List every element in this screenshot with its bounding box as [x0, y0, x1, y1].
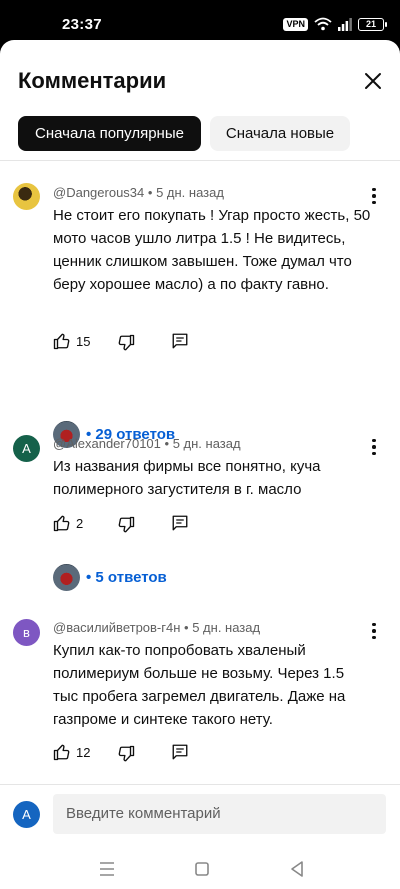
comments-sheet: Комментарии Сначала популярные Сначала н…: [0, 40, 400, 889]
replies-count: • 5 ответов: [86, 568, 167, 586]
reply-icon[interactable]: [171, 332, 189, 350]
battery-icon: 21: [358, 17, 387, 31]
divider: [0, 160, 400, 161]
comment-time: 5 дн. назад: [172, 436, 241, 451]
like-icon[interactable]: [53, 332, 71, 350]
comment-meta: @Alexander70101 • 5 дн. назад: [53, 436, 241, 451]
comment-text: Из названия фирмы все понятно, куча поли…: [53, 458, 321, 498]
comment-text: Купил как-то попробовать хваленый полиме…: [53, 642, 346, 728]
reply-icon[interactable]: [171, 514, 189, 532]
sheet-title: Комментарии: [18, 68, 167, 93]
avatar[interactable]: A: [13, 435, 40, 462]
avatar[interactable]: [13, 183, 40, 210]
like-icon[interactable]: [53, 514, 71, 532]
menu-icon[interactable]: [94, 856, 120, 882]
reply-icon[interactable]: [171, 743, 189, 761]
comment-author[interactable]: @василийветров-г4н: [53, 620, 180, 635]
divider: [0, 784, 400, 785]
back-icon[interactable]: [284, 856, 310, 882]
like-count: 12: [76, 745, 91, 760]
reply-avatar: [53, 563, 80, 591]
like-count: 15: [76, 334, 91, 349]
wifi-icon: [314, 17, 332, 31]
sort-popular-chip[interactable]: Сначала популярные: [18, 116, 201, 151]
home-icon[interactable]: [189, 856, 215, 882]
sort-newest-chip[interactable]: Сначала новые: [210, 116, 350, 151]
comment-author[interactable]: @Alexander70101: [53, 436, 161, 451]
like-count: 2: [76, 516, 84, 531]
close-icon[interactable]: [358, 66, 388, 96]
dislike-icon[interactable]: [117, 334, 135, 352]
comment-author[interactable]: @Dangerous34: [53, 185, 144, 200]
comment-meta: @Dangerous34 • 5 дн. назад: [53, 185, 224, 200]
comment-meta: @василийветров-г4н • 5 дн. назад: [53, 620, 261, 635]
signal-icon: [338, 17, 352, 31]
dislike-icon[interactable]: [117, 516, 135, 534]
comment-time: 5 дн. назад: [192, 620, 261, 635]
system-nav-bar: [0, 848, 400, 889]
comment-time: 5 дн. назад: [156, 185, 224, 200]
status-icons: VPN 21: [283, 17, 387, 31]
dislike-icon[interactable]: [117, 745, 135, 763]
my-avatar: A: [13, 801, 40, 828]
comment-input[interactable]: Введите комментарий: [53, 794, 386, 834]
vpn-badge: VPN: [283, 17, 308, 31]
status-time: 23:37: [62, 16, 102, 33]
replies-toggle[interactable]: • 5 ответов: [53, 563, 167, 591]
avatar[interactable]: в: [13, 619, 40, 646]
comment-text: Не стоит его покупать ! Угар просто жест…: [53, 207, 371, 293]
like-icon[interactable]: [53, 743, 71, 761]
